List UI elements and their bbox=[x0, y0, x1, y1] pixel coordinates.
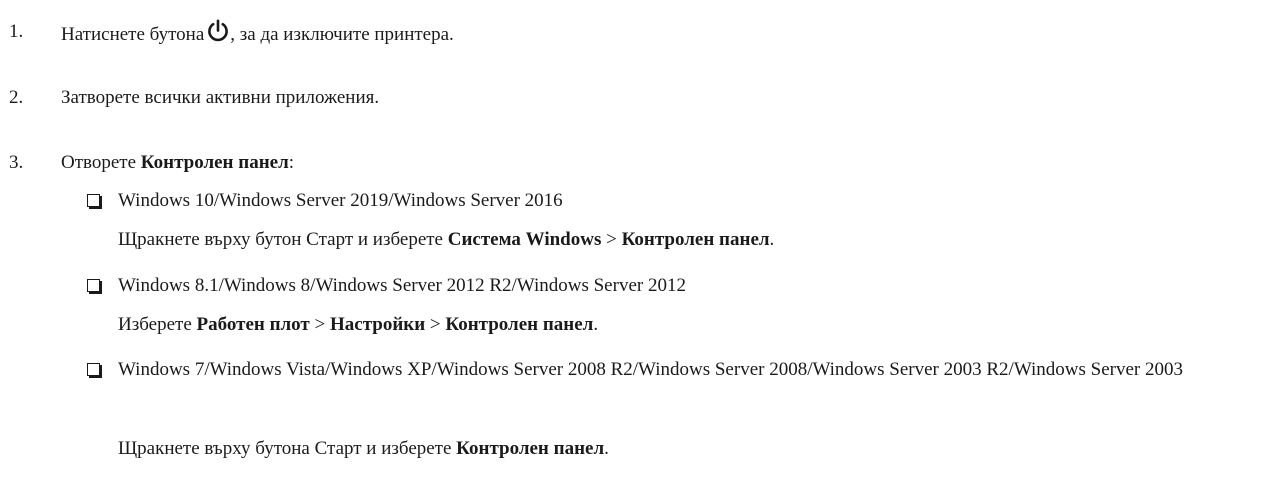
checkbox-icon bbox=[86, 188, 102, 214]
step-number: 2. bbox=[9, 87, 24, 108]
checkbox-icon bbox=[86, 273, 102, 299]
os-option-label: Windows 10/Windows Server 2019/Windows S… bbox=[118, 190, 563, 211]
step-text: Затворете всички активни приложения. bbox=[61, 87, 380, 108]
step-number: 1. bbox=[9, 21, 24, 42]
step-number: 3. bbox=[9, 152, 24, 173]
os-option-instruction: Изберете Работен плот > Настройки > Конт… bbox=[118, 314, 599, 335]
checkbox-icon bbox=[86, 357, 102, 383]
os-option-instruction: Щракнете върху бутон Старт и изберете Си… bbox=[118, 229, 775, 250]
power-icon bbox=[208, 19, 229, 42]
step-text: Отворете Контролен панел: bbox=[61, 152, 295, 173]
os-option-label: Windows 7/Windows Vista/Windows XP/Windo… bbox=[118, 359, 1183, 380]
step-text: Натиснете бутона , за да изключите принт… bbox=[61, 19, 454, 48]
os-option-label: Windows 8.1/Windows 8/Windows Server 201… bbox=[118, 275, 686, 296]
os-option-instruction: Щракнете върху бутона Старт и изберете К… bbox=[118, 438, 609, 459]
